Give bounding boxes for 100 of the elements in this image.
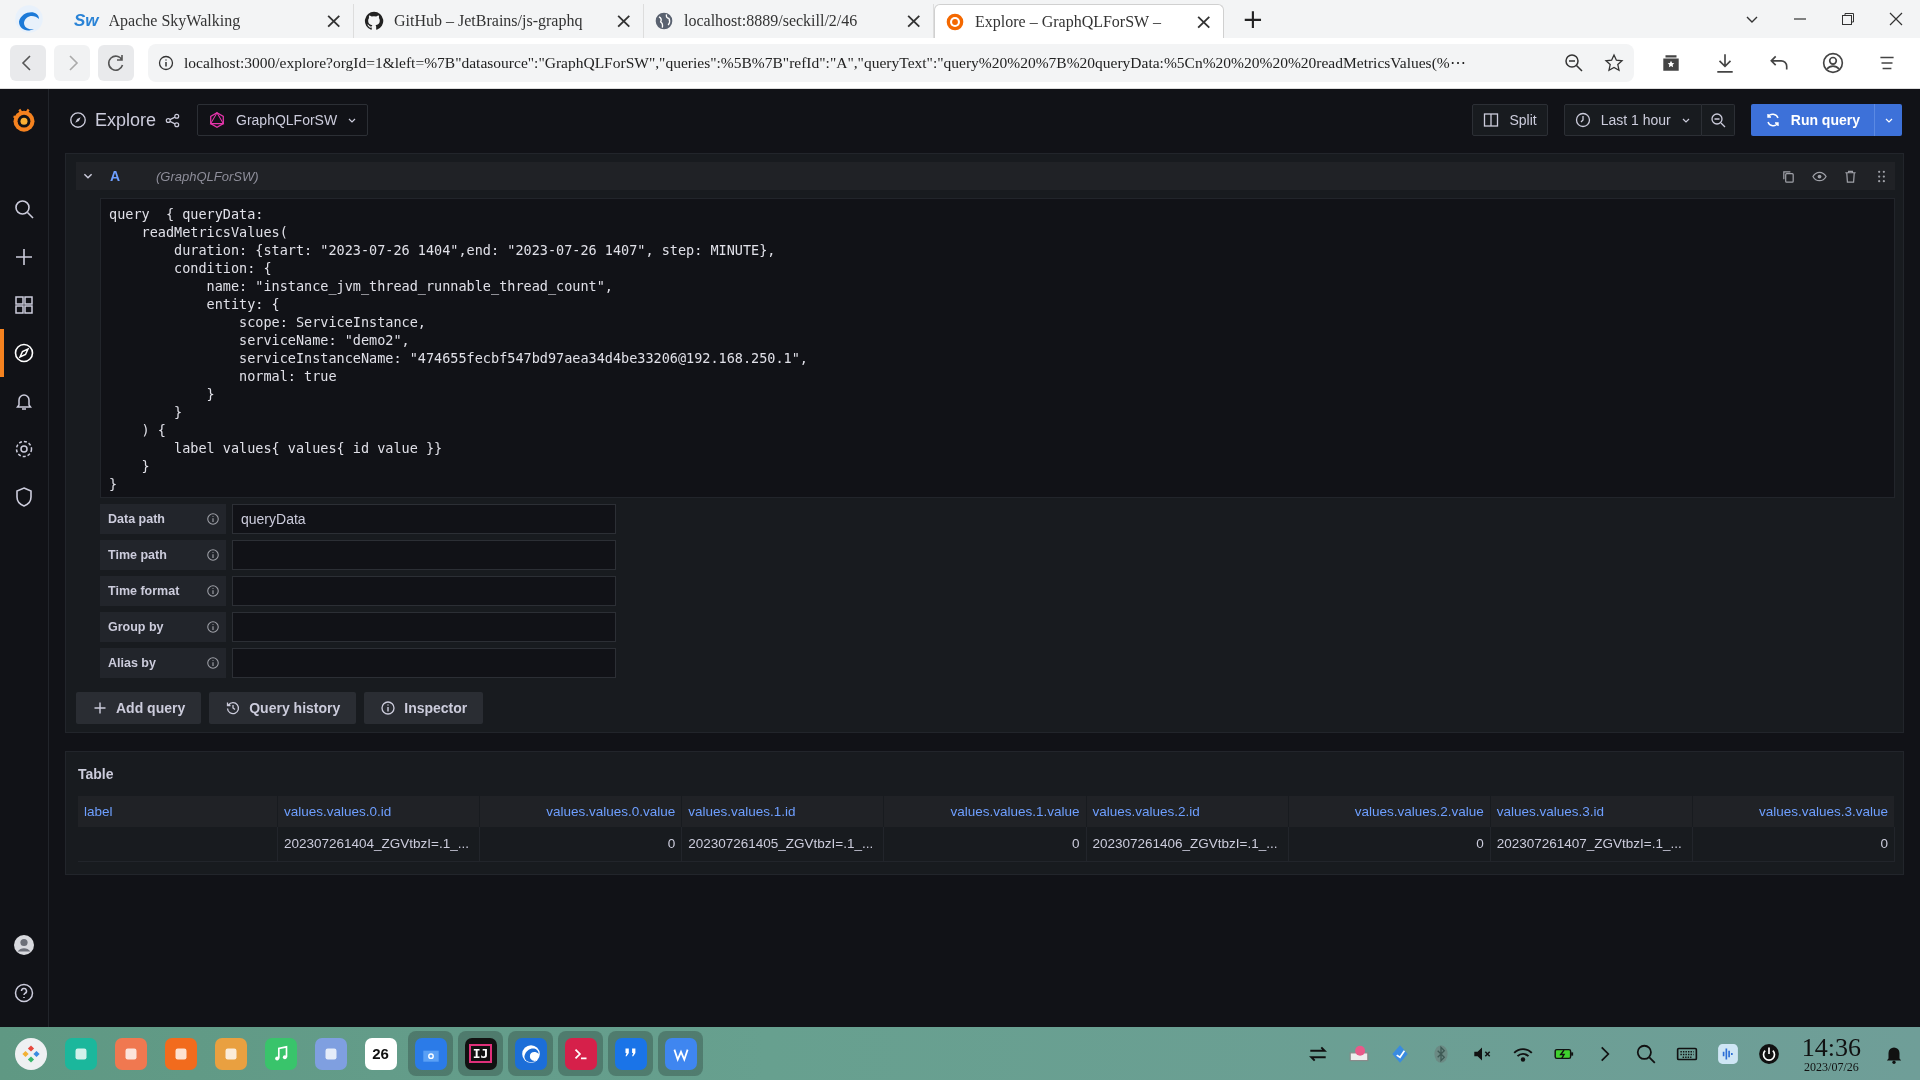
column-header[interactable]: values.values.3.id [1490,796,1693,827]
query-editor[interactable]: query { queryData: readMetricsValues( duration: {start: "2023-07-26 1404",end: "2023-07-26 1407", step: MINUTE}, condition: { name: "instance_jvm_thread_runnable_thread_count", entity: { scope: ServiceInstance, serviceName: "demo2", serviceInstanceName: "474655fecbf547bd97aea34d4be33206@192.168.250.1", normal: true } } ) { label values{ values{ id value }} } } [100,198,1895,498]
duplicate-icon[interactable] [1781,168,1796,184]
close-tab-button[interactable]: × [614,10,633,32]
launcher-app-icon [14,1037,47,1070]
close-tab-button[interactable]: × [324,10,343,32]
table-cell: 202307261406_ZGVtbzI=.1_... [1086,827,1289,862]
refresh-icon [1764,112,1781,128]
field-label-text: Group by [108,620,165,634]
browser-logo-icon[interactable] [14,4,44,34]
field-label-text: Data path [108,512,166,526]
shield-icon [13,486,35,508]
clock-date[interactable]: 2023/07/26 [1804,1060,1859,1073]
input-field[interactable] [232,612,616,642]
column-header[interactable]: values.values.2.id [1086,796,1289,827]
info-icon[interactable] [206,620,220,634]
power-icon[interactable] [1757,1042,1780,1065]
star-icon[interactable] [1604,53,1624,73]
column-header[interactable]: label [78,796,278,827]
hexagon-logo-icon [208,111,227,129]
input-field[interactable] [232,576,616,606]
browser-app-icon [514,1037,547,1070]
info-icon[interactable] [206,584,220,598]
close-tab-button[interactable]: × [904,10,923,32]
input-field[interactable]: queryData [232,504,616,534]
taskbar-app[interactable] [508,1031,553,1076]
column-header[interactable]: values.values.3.value [1692,796,1895,827]
compass-icon [13,342,35,364]
field-label-text: Alias by [108,656,157,670]
back-button[interactable] [10,45,46,81]
table-cell: 0 [480,827,683,862]
run-query-button[interactable]: Run query [1750,104,1874,136]
field-label-text: Time path [108,548,168,562]
time-range-picker[interactable]: Last 1 hour [1563,104,1702,136]
datasource-picker[interactable]: GraphQLForSW [197,104,369,136]
help-icon[interactable] [13,982,35,1004]
panel-title: Table [78,766,115,782]
inspector-button[interactable]: Inspector [364,692,484,724]
info-icon[interactable] [206,656,220,670]
info-icon[interactable] [158,55,174,71]
zoom-out-icon [1709,112,1726,128]
close-icon[interactable] [1888,11,1904,27]
table-cell: 202307261407_ZGVtbzI=.1_... [1490,827,1693,862]
console-app-icon [564,1037,597,1070]
browser-tab[interactable]: Explore – GraphQLForSW – × [934,4,1224,38]
table-cell: 0 [1692,827,1895,862]
table-cell: 0 [884,827,1087,862]
voice-icon[interactable] [1716,1042,1739,1065]
page-title: Explore [95,109,157,131]
ide-app-icon: IJ [464,1037,497,1070]
split-icon [1483,112,1500,128]
query-ref: A [110,168,122,184]
add-query-button[interactable]: Add query [76,692,202,724]
table-cell: 0 [1288,827,1491,862]
field-label-text: Time format [108,584,181,598]
zoom-out-icon[interactable] [1564,53,1584,73]
grid-icon [13,294,35,316]
calendar-app-icon: 26 [364,1037,397,1070]
zoom-out-button[interactable] [1701,104,1735,136]
gear-icon [13,438,35,460]
restore-icon[interactable] [1840,11,1856,27]
music-app-icon [264,1037,297,1070]
delete-icon[interactable] [1843,168,1858,184]
reload-button[interactable] [98,45,134,81]
column-header[interactable]: values.values.0.value [480,796,683,827]
taskbar-app[interactable] [658,1031,703,1076]
new-tab-button[interactable]: + [1242,6,1264,32]
split-button[interactable]: Split [1472,104,1548,136]
table-cell: 202307261405_ZGVtbzI=.1_... [682,827,885,862]
table-cell: 202307261404_ZGVtbzI=.1_... [278,827,481,862]
clock-icon [1574,112,1591,128]
query-datasource: (GraphQLForSW) [156,168,259,184]
column-header[interactable]: values.values.2.value [1288,796,1491,827]
quote-app-icon [614,1037,647,1070]
writer-app-icon [664,1037,697,1070]
cat-icon [364,11,384,31]
column-header[interactable]: values.values.1.value [884,796,1087,827]
history-icon [225,700,242,716]
profile-icon[interactable] [1822,52,1844,74]
close-tab-button[interactable]: × [1194,10,1213,33]
input-field[interactable] [232,648,616,678]
user-avatar[interactable] [13,934,35,956]
column-header[interactable]: values.values.0.id [278,796,481,827]
download-icon[interactable] [1714,52,1736,74]
share-icon[interactable] [164,111,182,129]
input-field[interactable] [232,540,616,570]
search-icon [13,198,35,220]
info-icon[interactable] [206,548,220,562]
query-history-button[interactable]: Query history [209,692,357,724]
info-icon[interactable] [206,512,220,526]
taskbar-app[interactable]: 26 [358,1031,403,1076]
plus-icon [92,700,108,716]
compass-icon [69,111,87,129]
taskbar-app[interactable]: IJ [458,1031,503,1076]
search-icon[interactable] [1634,1042,1657,1065]
clock-time[interactable]: 14:36 [1801,1034,1861,1061]
tab-favicon-icon: Sw [74,11,99,31]
collections-icon[interactable] [1660,52,1682,74]
column-header[interactable]: values.values.1.id [682,796,885,827]
globe-icon [654,11,674,31]
